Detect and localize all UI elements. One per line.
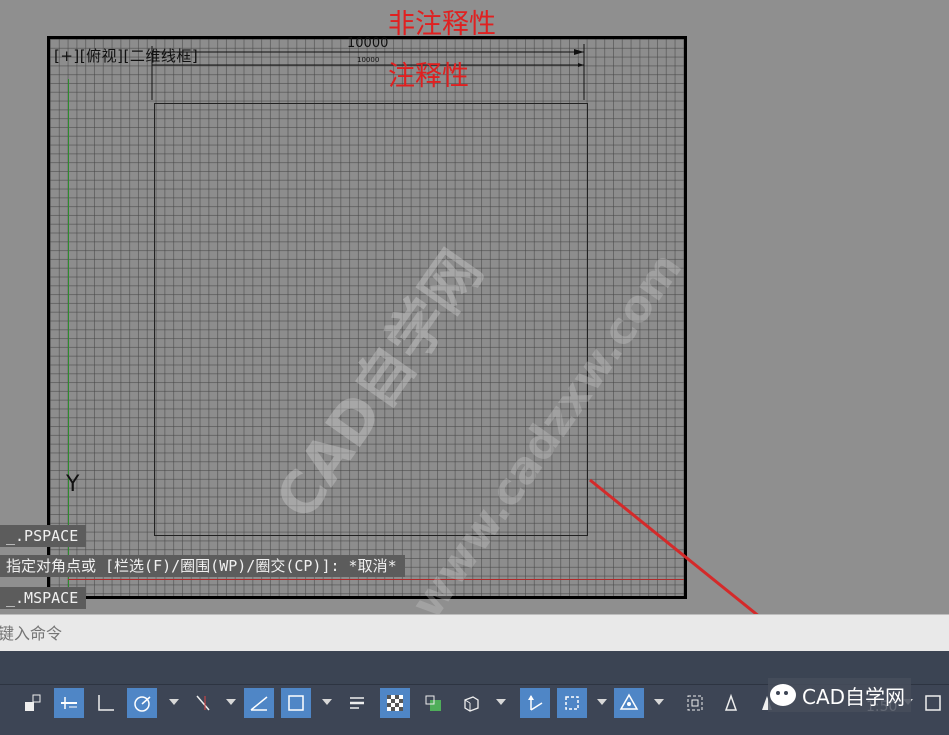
viewport-controls: [+][俯视][二维线框]: [54, 45, 198, 66]
lineweight-icon[interactable]: [342, 688, 372, 718]
object-snap-tracking-icon[interactable]: [188, 688, 218, 718]
grid-icon[interactable]: [54, 688, 84, 718]
layout-viewport[interactable]: [+][俯视][二维线框]: [47, 36, 687, 599]
tracking-dropdown-icon[interactable]: [226, 699, 236, 705]
wechat-watermark: CAD自学网: [768, 678, 912, 712]
object-snap-icon[interactable]: [281, 688, 311, 718]
annotation-visibility-icon[interactable]: [680, 688, 710, 718]
paper-space-canvas[interactable]: [+][俯视][二维线框] 10000 10000 非注释性 注释性 Y CAD…: [0, 0, 949, 697]
dynamic-ucs-icon[interactable]: [520, 688, 550, 718]
command-history-line: _.PSPACE: [0, 525, 87, 547]
command-history-line: _.MSPACE: [0, 587, 87, 609]
ucs-x-axis-line: [68, 579, 684, 580]
selection-cycling-icon[interactable]: [418, 688, 448, 718]
drawing-rectangle[interactable]: [154, 103, 588, 536]
ucs-y-axis-line: [68, 79, 69, 596]
wechat-icon: [770, 684, 796, 706]
workspace-icon[interactable]: [918, 688, 948, 718]
selection-filter-icon[interactable]: [557, 688, 587, 718]
auto-scale-icon[interactable]: [716, 688, 746, 718]
visual-style-menu[interactable]: [二维线框]: [124, 47, 199, 65]
polar-icon[interactable]: [127, 688, 157, 718]
3d-object-snap-icon[interactable]: [456, 688, 486, 718]
dimension-text-small: 10000: [357, 56, 380, 64]
view-control-menu[interactable]: [俯视]: [80, 47, 124, 65]
gizmo-dropdown-icon[interactable]: [654, 699, 664, 705]
watermark-brand: CAD自学网: [802, 684, 906, 709]
polar-dropdown-icon[interactable]: [169, 699, 179, 705]
command-line[interactable]: [0, 614, 949, 651]
transparency-icon[interactable]: [380, 688, 410, 718]
3dosnap-dropdown-icon[interactable]: [496, 699, 506, 705]
annotative-label: 注释性: [388, 61, 469, 92]
filter-dropdown-icon[interactable]: [597, 699, 607, 705]
osnap-dropdown-icon[interactable]: [322, 699, 332, 705]
ucs-y-label: Y: [66, 472, 80, 497]
status-bar-edge: [0, 688, 10, 718]
gizmo-icon[interactable]: [614, 688, 644, 718]
command-input[interactable]: [0, 615, 947, 651]
model-space-icon[interactable]: [18, 688, 48, 718]
command-history-line: 指定对角点或 [栏选(F)/圈围(WP)/圈交(CP)]: *取消*: [0, 555, 405, 577]
non-annotative-label: 非注释性: [388, 9, 496, 40]
ortho-icon[interactable]: [91, 688, 121, 718]
dimension-text-large: 10000: [347, 36, 389, 51]
isodraft-icon[interactable]: [244, 688, 274, 718]
viewport-control-menu[interactable]: [+]: [54, 47, 80, 65]
